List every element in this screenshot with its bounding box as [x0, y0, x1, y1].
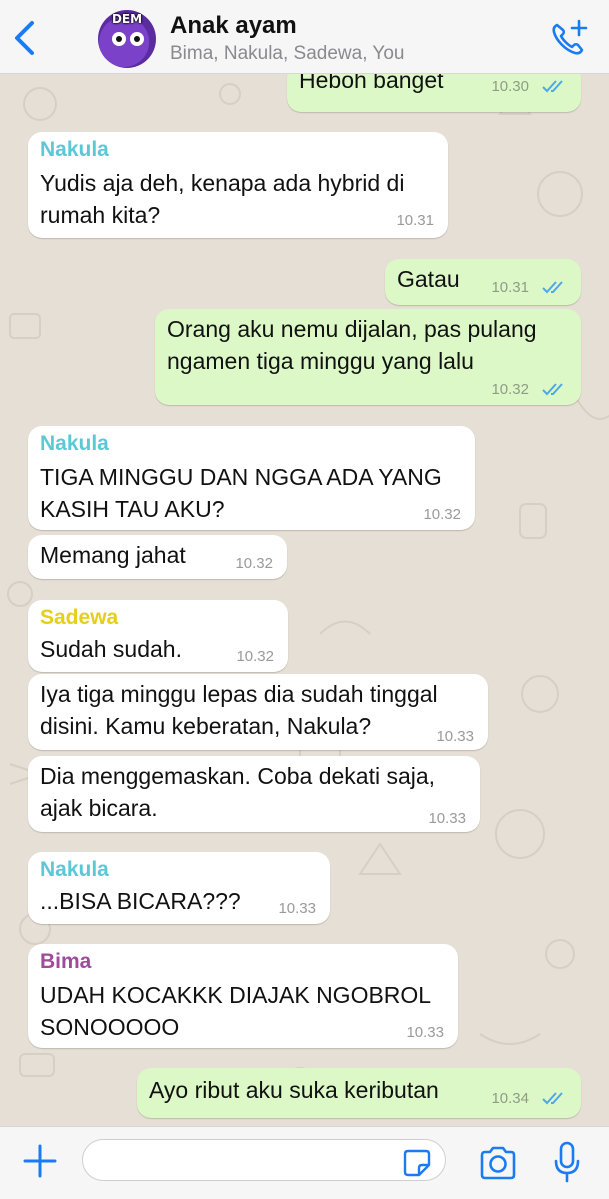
- message-text: Dia menggemaskan. Coba dekati saja, ajak…: [40, 763, 436, 821]
- sticker-icon[interactable]: [402, 1148, 432, 1178]
- add-call-icon[interactable]: [549, 18, 589, 58]
- sender-name: Nakula: [40, 138, 109, 161]
- message-time: 10.31: [396, 212, 434, 229]
- message-bubble-incoming[interactable]: Sadewa Sudah sudah. 10.32: [28, 600, 288, 672]
- double-check-icon: [542, 1092, 563, 1105]
- message-bubble-outgoing[interactable]: Orang aku nemu dijalan, pas pulang ngame…: [155, 309, 581, 405]
- message-time: 10.30: [491, 78, 529, 95]
- message-list[interactable]: Heboh banget 10.30 Nakula Yudis aja deh,…: [0, 74, 609, 1126]
- message-time: 10.32: [235, 555, 273, 572]
- chat-title[interactable]: Anak ayam: [170, 12, 297, 40]
- camera-icon[interactable]: [478, 1145, 518, 1181]
- chevron-left-icon[interactable]: [10, 20, 40, 56]
- message-bubble-incoming[interactable]: Memang jahat 10.32: [28, 535, 287, 579]
- message-bubble-incoming[interactable]: Bima UDAH KOCAKKK DIAJAK NGOBROL SONOOOO…: [28, 944, 458, 1048]
- message-time: 10.33: [428, 810, 466, 827]
- message-text: ...BISA BICARA???: [40, 888, 241, 914]
- message-bubble-outgoing[interactable]: Gatau 10.31: [385, 259, 581, 305]
- chat-participants[interactable]: Bima, Nakula, Sadewa, You: [170, 43, 405, 65]
- message-time: 10.32: [491, 381, 529, 398]
- double-check-icon: [542, 383, 563, 396]
- message-time: 10.34: [491, 1090, 529, 1107]
- message-bubble-incoming[interactable]: Nakula ...BISA BICARA??? 10.33: [28, 852, 330, 924]
- double-check-icon: [542, 281, 563, 294]
- message-bubble-outgoing[interactable]: Heboh banget 10.30: [287, 74, 581, 112]
- message-bubble-incoming[interactable]: Nakula Yudis aja deh, kenapa ada hybrid …: [28, 132, 448, 238]
- message-text: Iya tiga minggu lepas dia sudah tinggal …: [40, 681, 438, 739]
- double-check-icon: [542, 80, 563, 93]
- message-text: TIGA MINGGU DAN NGGA ADA YANG KASIH TAU …: [40, 464, 442, 522]
- message-time: 10.32: [236, 648, 274, 665]
- message-bubble-incoming[interactable]: Iya tiga minggu lepas dia sudah tinggal …: [28, 674, 488, 750]
- message-text: Orang aku nemu dijalan, pas pulang ngame…: [167, 316, 537, 374]
- plus-icon[interactable]: [22, 1143, 58, 1179]
- message-bubble-outgoing[interactable]: Ayo ribut aku suka keributan 10.34: [137, 1068, 581, 1118]
- message-text: Yudis aja deh, kenapa ada hybrid di ruma…: [40, 170, 405, 228]
- sender-name: Nakula: [40, 858, 109, 881]
- message-bubble-incoming[interactable]: Nakula TIGA MINGGU DAN NGGA ADA YANG KAS…: [28, 426, 475, 530]
- group-avatar[interactable]: DEM: [98, 10, 156, 68]
- microphone-icon[interactable]: [552, 1141, 582, 1183]
- message-time: 10.31: [491, 279, 529, 296]
- avatar-text: DEM: [111, 12, 143, 26]
- message-time: 10.33: [278, 900, 316, 917]
- chat-header: DEM Anak ayam Bima, Nakula, Sadewa, You: [0, 0, 609, 74]
- message-input[interactable]: [82, 1139, 446, 1181]
- message-time: 10.33: [436, 728, 474, 745]
- message-time: 10.33: [406, 1024, 444, 1041]
- message-text: UDAH KOCAKKK DIAJAK NGOBROL SONOOOOO: [40, 982, 432, 1040]
- avatar-eye: [130, 32, 144, 46]
- sender-name: Bima: [40, 950, 92, 973]
- message-time: 10.32: [423, 506, 461, 523]
- message-bubble-incoming[interactable]: Dia menggemaskan. Coba dekati saja, ajak…: [28, 756, 480, 832]
- composer-bar: [0, 1126, 609, 1199]
- sender-name: Sadewa: [40, 606, 119, 629]
- avatar-eye: [112, 32, 126, 46]
- sender-name: Nakula: [40, 432, 109, 455]
